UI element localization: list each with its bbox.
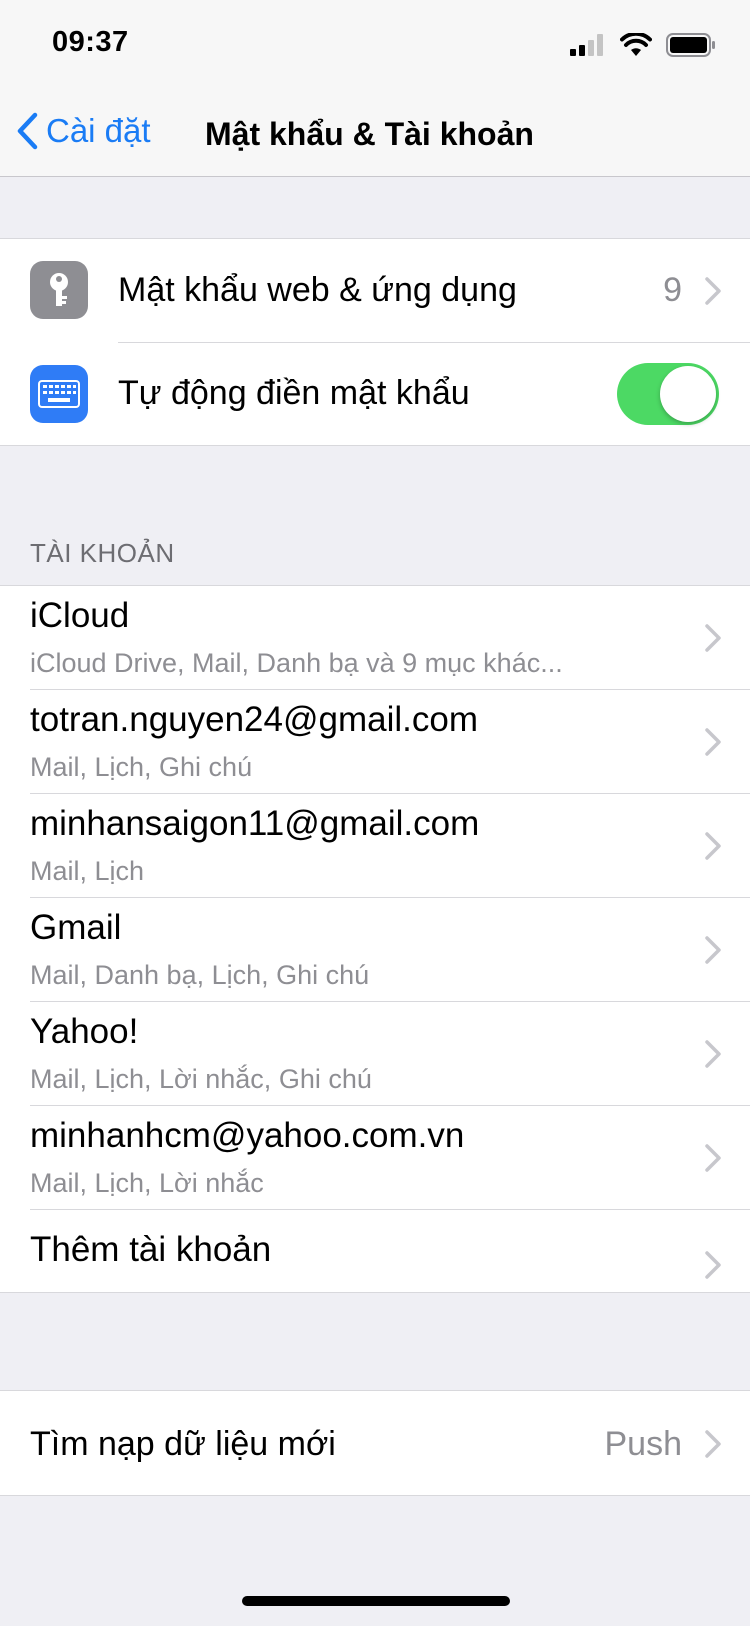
navigation-bar: Cài đặt Mật khẩu & Tài khoản — [0, 88, 750, 177]
account-title: minhansaigon11@gmail.com — [30, 804, 480, 843]
account-title: Gmail — [30, 908, 122, 947]
account-row-gmail[interactable]: Gmail Mail, Danh bạ, Lịch, Ghi chú — [0, 898, 750, 1001]
account-row-yahoo[interactable]: Yahoo! Mail, Lịch, Lời nhắc, Ghi chú — [0, 1002, 750, 1105]
account-title: minhanhcm@yahoo.com.vn — [30, 1116, 465, 1155]
chevron-right-icon — [705, 1040, 721, 1068]
chevron-left-icon — [17, 112, 38, 150]
add-account-row[interactable]: Thêm tài khoản — [0, 1210, 750, 1292]
autofill-toggle[interactable] — [617, 363, 719, 425]
account-row-gmail-totran[interactable]: totran.nguyen24@gmail.com Mail, Lịch, Gh… — [0, 690, 750, 793]
chevron-right-icon — [705, 1251, 721, 1279]
page-title: Mật khẩu & Tài khoản — [205, 116, 534, 152]
battery-icon — [666, 33, 715, 57]
status-time: 09:37 — [52, 26, 129, 58]
toggle-knob — [660, 366, 716, 422]
account-subtitle: Mail, Lịch — [30, 856, 145, 886]
chevron-right-icon — [705, 624, 721, 652]
autofill-passwords-row: Tự động điền mật khẩu — [0, 343, 750, 445]
chevron-right-icon — [705, 832, 721, 860]
chevron-right-icon — [705, 728, 721, 756]
cellular-signal-icon — [570, 34, 603, 56]
keyboard-icon — [30, 365, 88, 423]
account-row-icloud[interactable]: iCloud iCloud Drive, Mail, Danh bạ và 9 … — [0, 586, 750, 689]
chevron-right-icon — [705, 277, 721, 305]
account-row-yahoo-minhanhcm[interactable]: minhanhcm@yahoo.com.vn Mail, Lịch, Lời n… — [0, 1106, 750, 1209]
account-subtitle: Mail, Lịch, Ghi chú — [30, 752, 253, 782]
account-row-gmail-minhansaigon[interactable]: minhansaigon11@gmail.com Mail, Lịch — [0, 794, 750, 897]
account-title: iCloud — [30, 596, 130, 635]
account-subtitle: Mail, Danh bạ, Lịch, Ghi chú — [30, 960, 370, 990]
fetch-new-data-value: Push — [604, 1425, 683, 1463]
account-title: Yahoo! — [30, 1012, 139, 1051]
back-button-label: Cài đặt — [46, 112, 151, 149]
home-indicator[interactable] — [242, 1596, 510, 1606]
key-icon — [30, 261, 88, 319]
back-button[interactable]: Cài đặt — [16, 106, 151, 156]
wifi-icon — [620, 33, 652, 56]
account-subtitle: iCloud Drive, Mail, Danh bạ và 9 mục khá… — [30, 648, 563, 678]
autofill-passwords-label: Tự động điền mật khẩu — [118, 374, 470, 412]
accounts-section-header: TÀI KHOẢN — [30, 538, 175, 568]
chevron-right-icon — [705, 1144, 721, 1172]
fetch-data-group: Tìm nạp dữ liệu mới Push — [0, 1390, 750, 1496]
chevron-right-icon — [705, 1430, 721, 1458]
web-app-passwords-count: 9 — [663, 271, 682, 309]
accounts-group: iCloud iCloud Drive, Mail, Danh bạ và 9 … — [0, 585, 750, 1293]
password-settings-group: Mật khẩu web & ứng dụng 9 Tự động điền m… — [0, 238, 750, 446]
fetch-new-data-label: Tìm nạp dữ liệu mới — [30, 1425, 336, 1463]
web-app-passwords-row[interactable]: Mật khẩu web & ứng dụng 9 — [0, 239, 750, 342]
fetch-new-data-row[interactable]: Tìm nạp dữ liệu mới Push — [0, 1391, 750, 1495]
account-title: totran.nguyen24@gmail.com — [30, 700, 478, 739]
account-subtitle: Mail, Lịch, Lời nhắc, Ghi chú — [30, 1064, 372, 1094]
chevron-right-icon — [705, 936, 721, 964]
add-account-label: Thêm tài khoản — [30, 1230, 272, 1269]
web-app-passwords-label: Mật khẩu web & ứng dụng — [118, 271, 517, 309]
status-bar: 09:37 — [0, 0, 750, 88]
status-icons — [570, 30, 716, 60]
account-subtitle: Mail, Lịch, Lời nhắc — [30, 1168, 264, 1198]
